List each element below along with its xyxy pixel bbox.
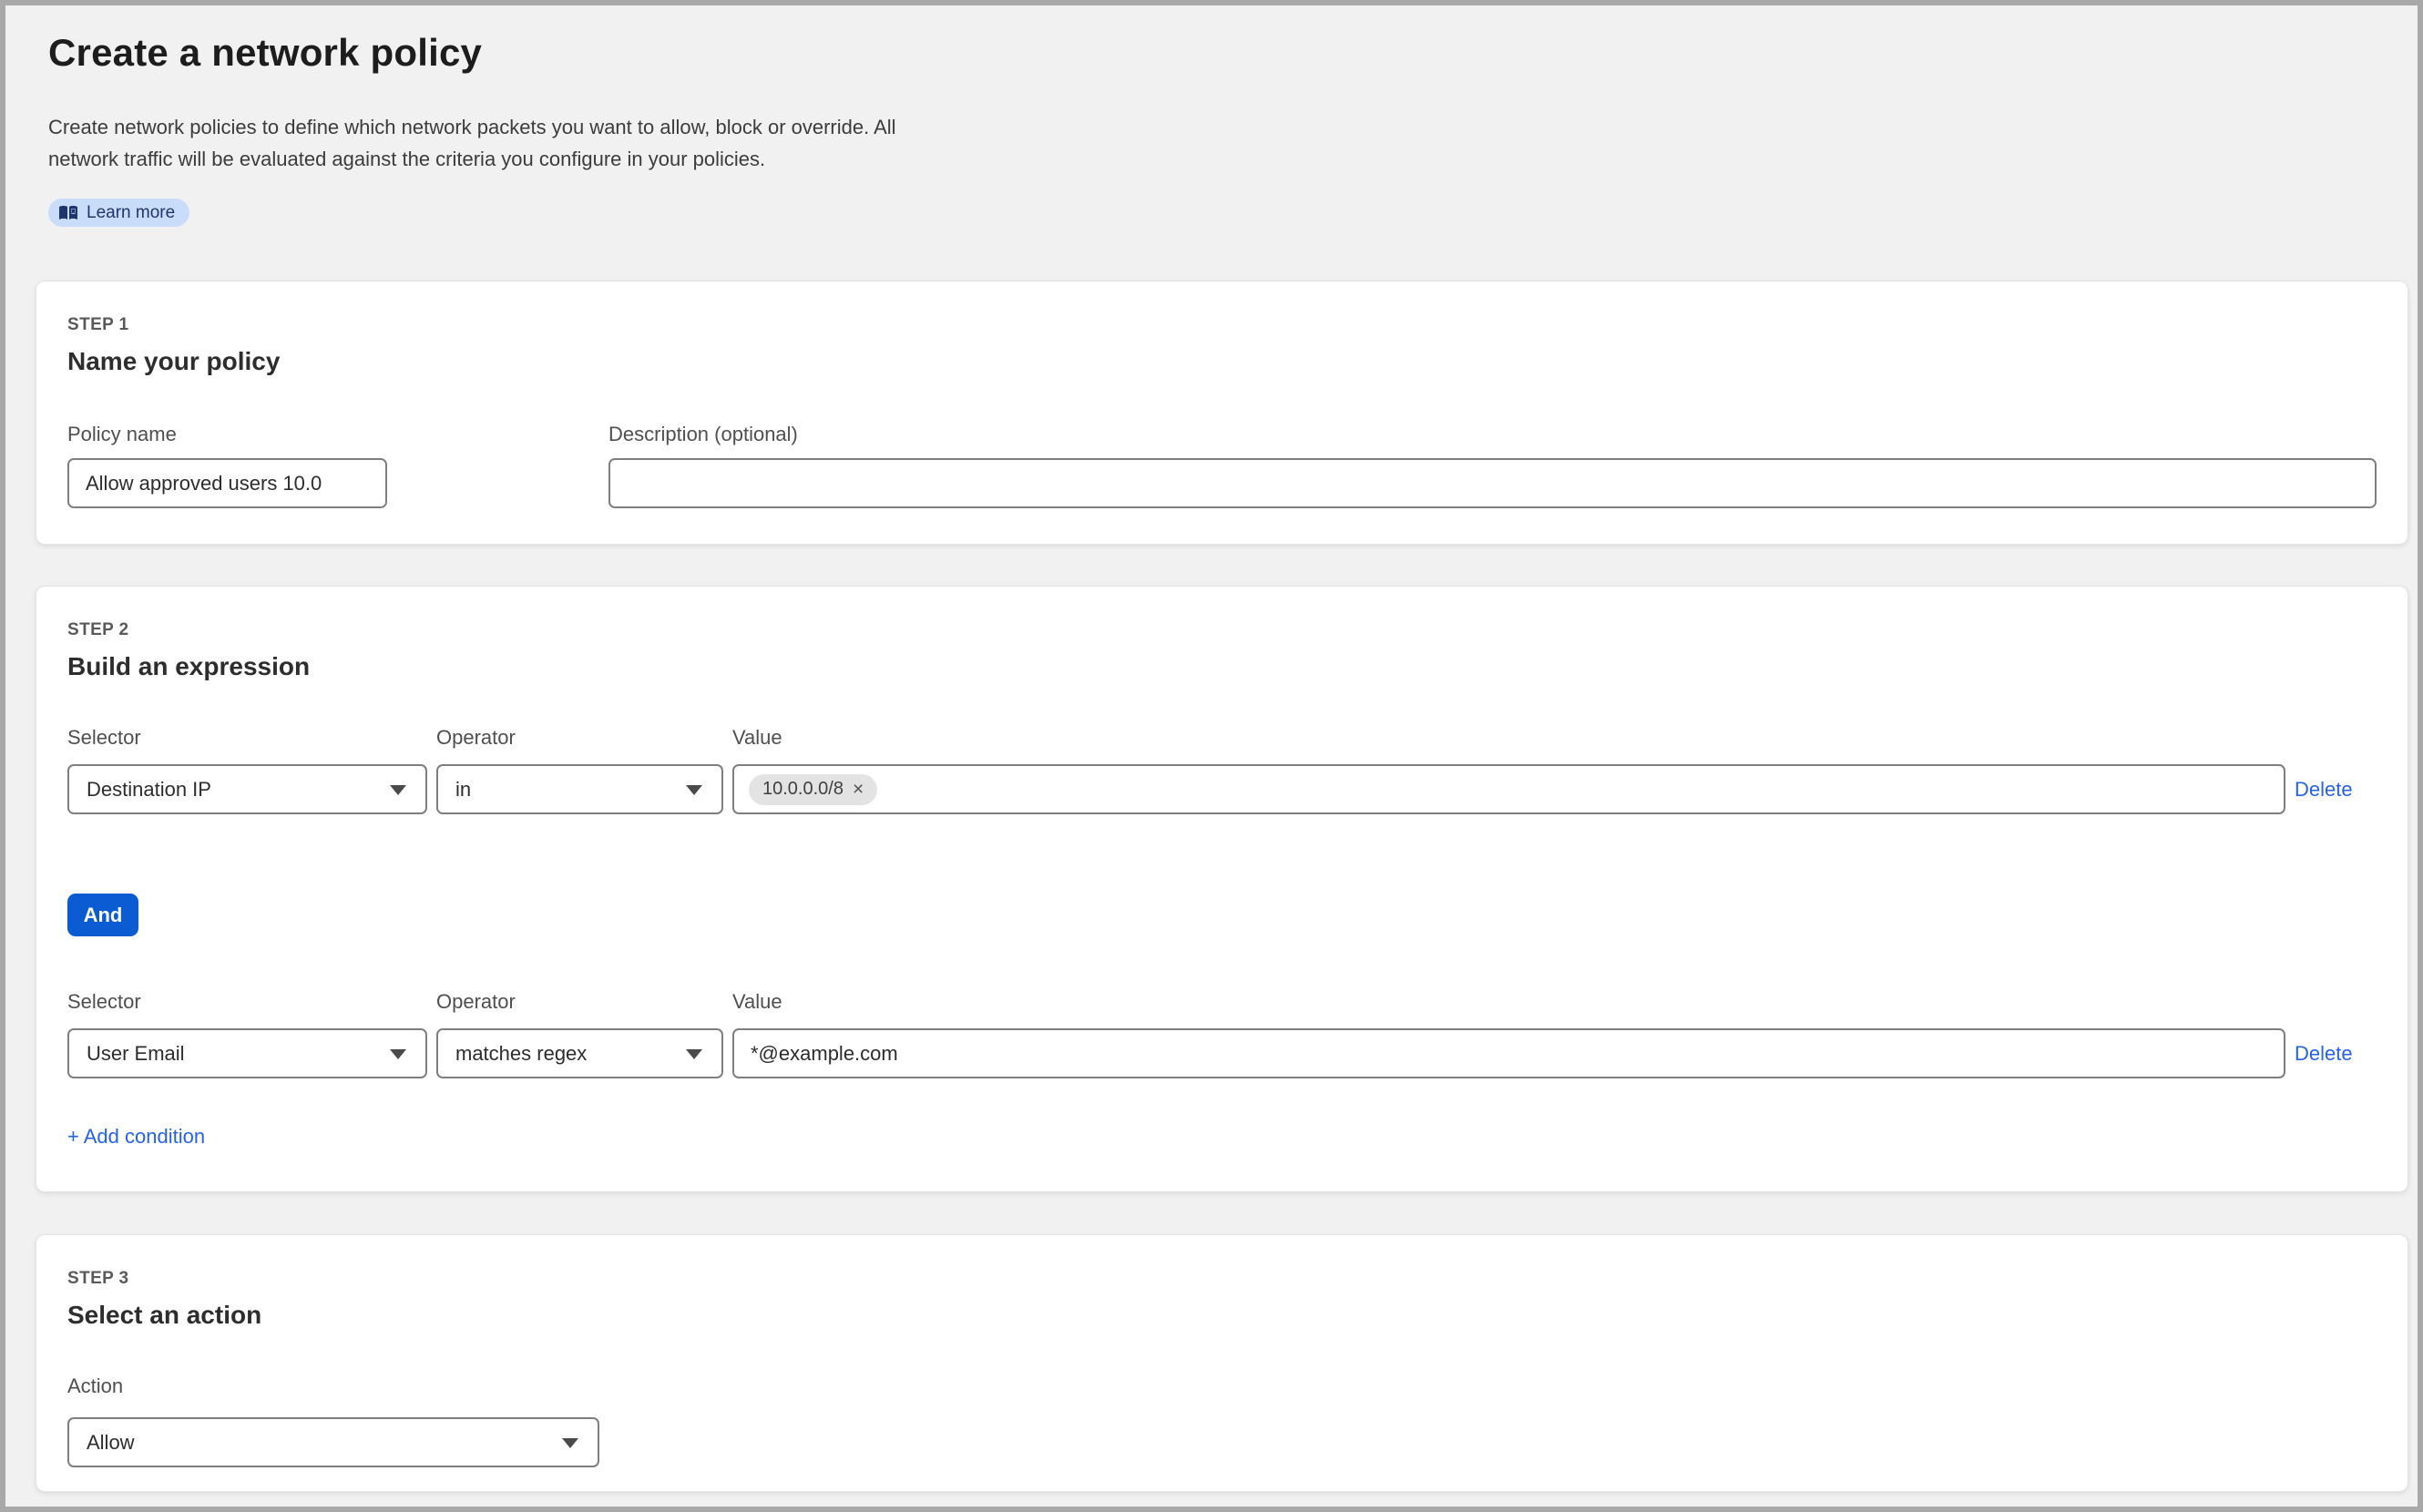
condition1-selector-dropdown[interactable]: Destination IP [67,764,427,814]
page-description-line-2: network traffic will be evaluated agains… [48,143,896,175]
condition2-operator-dropdown[interactable]: matches regex [436,1028,723,1078]
condition2-value-input[interactable] [732,1028,2285,1078]
value-column-label: Value [732,990,2285,1014]
action-label: Action [67,1374,2377,1398]
step3-card: STEP 3 Select an action Action Allow [36,1234,2408,1492]
add-condition-link[interactable]: + Add condition [67,1125,205,1149]
condition2-labels: Selector Operator Value [67,990,2377,1014]
and-button[interactable]: And [67,894,138,936]
chevron-down-icon [390,1049,406,1059]
condition2-selector-dropdown[interactable]: User Email [67,1028,427,1078]
description-label: Description (optional) [608,423,2377,446]
condition-row: Destination IP in 10.0.0.0/8 × Delete [67,764,2377,814]
learn-more-label: Learn more [87,203,175,223]
condition1-selector-value: Destination IP [87,778,211,802]
value-tag: 10.0.0.0/8 × [749,774,877,805]
chevron-down-icon [390,785,406,795]
condition1-delete-link[interactable]: Delete [2295,778,2353,802]
step1-eyebrow: STEP 1 [67,315,2377,335]
step1-heading: Name your policy [67,347,2377,376]
step2-card: STEP 2 Build an expression Selector Oper… [36,586,2408,1192]
operator-column-label: Operator [436,726,723,750]
tag-remove-icon[interactable]: × [853,780,864,799]
learn-more-button[interactable]: Learn more [48,199,189,227]
description-field-group: Description (optional) [608,423,2377,508]
value-tag-text: 10.0.0.0/8 [762,779,843,800]
book-icon [58,205,78,221]
step3-eyebrow: STEP 3 [67,1269,2377,1289]
condition-row: User Email matches regex Delete [67,1028,2377,1078]
condition1-operator-dropdown[interactable]: in [436,764,723,814]
step2-eyebrow: STEP 2 [67,620,2377,640]
step3-heading: Select an action [67,1301,2377,1330]
condition2-operator-value: matches regex [455,1042,587,1066]
condition1-labels: Selector Operator Value [67,726,2377,750]
policy-name-input[interactable] [67,458,387,508]
value-column-label: Value [732,726,2285,750]
action-dropdown[interactable]: Allow [67,1417,599,1467]
condition2-selector-value: User Email [87,1042,185,1066]
selector-column-label: Selector [67,726,427,750]
step1-card: STEP 1 Name your policy Policy name Desc… [36,281,2408,545]
page-header: Create a network policy Create network p… [48,31,896,227]
page-description-line-1: Create network policies to define which … [48,111,896,143]
policy-name-label: Policy name [67,423,387,446]
page-title: Create a network policy [48,31,896,75]
condition1-operator-value: in [455,778,471,802]
page-description: Create network policies to define which … [48,111,896,175]
condition2-delete-link[interactable]: Delete [2295,1042,2353,1066]
condition1-value-input[interactable]: 10.0.0.0/8 × [732,764,2285,814]
action-value: Allow [87,1431,135,1455]
chevron-down-icon [686,785,702,795]
step1-fields: Policy name Description (optional) [67,423,2377,508]
policy-name-field-group: Policy name [67,423,387,508]
selector-column-label: Selector [67,990,427,1014]
chevron-down-icon [562,1438,578,1448]
step2-heading: Build an expression [67,652,2377,681]
description-input[interactable] [608,458,2377,508]
operator-column-label: Operator [436,990,723,1014]
chevron-down-icon [686,1049,702,1059]
